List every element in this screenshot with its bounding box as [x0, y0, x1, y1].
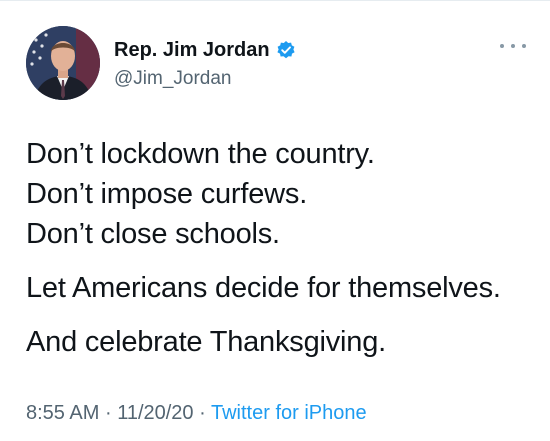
tweet-text: Don’t lockdown the country. Don’t impose… [26, 134, 536, 376]
tweet-line: Don’t impose curfews. [26, 178, 308, 210]
tweet-paragraph: And celebrate Thanksgiving. [26, 322, 536, 362]
author-names: Rep. Jim Jordan @Jim_Jordan [114, 38, 296, 90]
name-row: Rep. Jim Jordan [114, 38, 296, 62]
tweet-source[interactable]: Twitter for iPhone [211, 402, 367, 424]
display-name[interactable]: Rep. Jim Jordan [114, 39, 270, 62]
top-divider [0, 0, 550, 1]
handle[interactable]: @Jim_Jordan [114, 68, 296, 90]
tweet-line: Let Americans decide for themselves. [26, 272, 501, 304]
tweet-line: And celebrate Thanksgiving. [26, 326, 387, 358]
tweet-meta: 8:55 AM · 11/20/20 · Twitter for iPhone [26, 402, 367, 425]
tweet-line: Don’t lockdown the country. [26, 138, 375, 170]
verified-badge-icon [276, 40, 296, 60]
tweet-paragraph: Don’t lockdown the country. Don’t impose… [26, 134, 536, 254]
tweet-paragraph: Let Americans decide for themselves. [26, 268, 536, 308]
more-dot [522, 44, 526, 48]
tweet-time[interactable]: 8:55 AM [26, 402, 99, 424]
more-options-icon[interactable] [500, 36, 526, 56]
tweet-header: Rep. Jim Jordan @Jim_Jordan [26, 26, 526, 102]
tweet-line: Don’t close schools. [26, 218, 280, 250]
avatar[interactable] [26, 26, 100, 100]
meta-separator: · [104, 402, 112, 424]
more-dot [500, 44, 504, 48]
meta-separator: · [199, 402, 206, 424]
tweet-date[interactable]: 11/20/20 [117, 402, 193, 424]
more-dot [511, 44, 515, 48]
